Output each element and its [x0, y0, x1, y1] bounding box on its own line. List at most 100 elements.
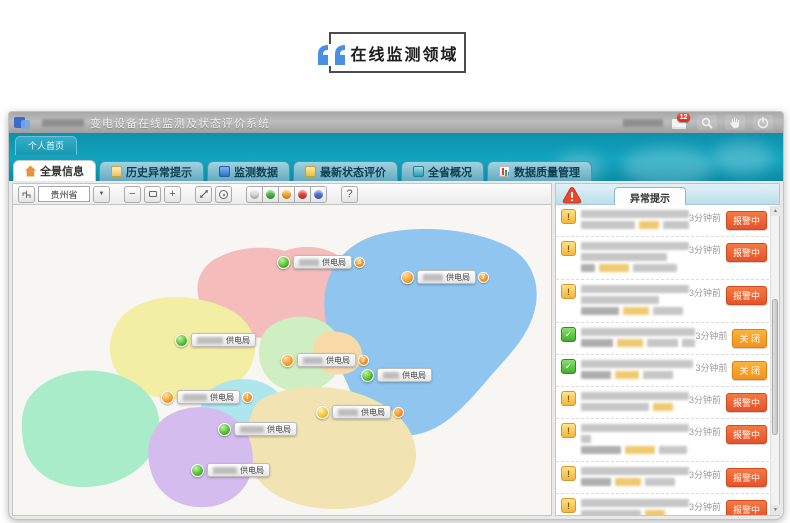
alert-action-button[interactable]: 关 闭: [732, 361, 767, 380]
map-label-bureau-9[interactable]: 供电局: [191, 463, 270, 477]
alarm-count-badge: [393, 407, 404, 418]
map-label-bureau-5[interactable]: 供电局: [361, 368, 432, 382]
region-dropdown-arrow[interactable]: ▼: [93, 186, 110, 203]
alert-action-button[interactable]: 报警中: [726, 286, 767, 305]
monitor-icon: [219, 166, 230, 177]
map-panel: 贵州省 ▼ − + ?: [12, 183, 552, 516]
map-label-bureau-1[interactable]: 供电局 5: [277, 255, 365, 269]
scroll-down-icon[interactable]: ▼: [771, 505, 780, 515]
overview-grid-icon: [413, 166, 424, 177]
alert-time: 3分钟前: [689, 425, 721, 440]
alert-action-button[interactable]: 报警中: [726, 243, 767, 262]
tab-personal-home[interactable]: 个人首页: [15, 136, 77, 155]
alert-time: 3分钟前: [695, 361, 727, 376]
alarm-icon: !: [561, 423, 576, 438]
center-map-icon[interactable]: [215, 186, 232, 203]
page-title-box: 在线监测领域: [329, 32, 466, 73]
evaluation-icon: [305, 166, 316, 177]
alert-action-button[interactable]: 关 闭: [732, 329, 767, 348]
home-icon: [25, 166, 36, 177]
alert-row[interactable]: ! 3分钟前 报警中: [556, 419, 769, 462]
blurred-org-name: [42, 119, 84, 127]
org-tree-icon[interactable]: [18, 186, 35, 203]
map-label-bureau-3[interactable]: 供电局: [175, 333, 256, 347]
status-marker-green-icon: [175, 334, 188, 347]
alert-scrollbar[interactable]: ▲ ▼: [770, 206, 779, 515]
alert-row[interactable]: ! 3分钟前 报警中: [556, 205, 769, 237]
alarm-icon: !: [561, 498, 576, 513]
alert-action-button[interactable]: 报警中: [726, 425, 767, 444]
map-label-bureau-2[interactable]: 供电局 7: [401, 270, 489, 284]
map-label-bureau-6[interactable]: 供电局: [316, 405, 404, 419]
alert-action-button[interactable]: 报警中: [726, 500, 767, 516]
alert-panel-title[interactable]: 异常提示: [614, 187, 686, 207]
status-marker-green-icon: [218, 423, 231, 436]
power-icon[interactable]: [753, 115, 773, 130]
alarm-count-badge: 7: [478, 272, 489, 283]
app-logo-icon: [14, 116, 40, 130]
alert-time: 3分钟前: [689, 286, 721, 301]
tab-province-overview[interactable]: 全省概况: [401, 161, 484, 181]
region-select[interactable]: 贵州省: [38, 186, 90, 202]
scroll-up-icon[interactable]: ▲: [771, 206, 780, 216]
scrollbar-thumb[interactable]: [772, 299, 778, 435]
alarm-warning-badge: !: [242, 392, 253, 403]
bar-chart-icon: [499, 166, 510, 177]
tab-monitoring-data[interactable]: 监测数据: [207, 161, 290, 181]
tab-history-alerts[interactable]: 历史异常提示: [99, 161, 204, 181]
alert-row[interactable]: ! 3分钟前 报警中: [556, 462, 769, 494]
alert-row[interactable]: ! 3分钟前 报警中: [556, 237, 769, 280]
fit-view-icon: [149, 191, 157, 197]
zoom-in-button[interactable]: +: [164, 186, 181, 203]
alert-row[interactable]: ! 3分钟前 报警中: [556, 280, 769, 323]
alert-action-button[interactable]: 报警中: [726, 211, 767, 230]
alert-time: 3分钟前: [689, 243, 721, 258]
alert-time: 3分钟前: [695, 329, 727, 344]
tab-latest-status-eval[interactable]: 最新状态评价: [293, 161, 398, 181]
status-marker-orange-icon: [161, 391, 174, 404]
status-marker-green-icon: [191, 464, 204, 477]
alert-row[interactable]: ! 3分钟前 报警中: [556, 387, 769, 419]
alert-action-button[interactable]: 报警中: [726, 468, 767, 487]
tab-data-quality[interactable]: 数据质量管理: [487, 161, 592, 181]
status-filter-alarm[interactable]: [294, 186, 311, 203]
fullscreen-arrows-icon[interactable]: [195, 186, 212, 203]
alarm-icon: !: [561, 209, 576, 224]
search-icon[interactable]: [697, 115, 717, 130]
resolved-icon: ✓: [561, 359, 576, 374]
map-toolbar: 贵州省 ▼ − + ?: [12, 183, 552, 205]
hand-icon[interactable]: [725, 115, 745, 130]
quote-icon: [315, 44, 349, 66]
tab-panorama-info[interactable]: 全景信息: [13, 160, 96, 181]
page-title: 在线监测领域: [336, 41, 458, 65]
status-filter-offline[interactable]: [310, 186, 327, 203]
status-marker-orange-icon: [401, 271, 414, 284]
help-button[interactable]: ?: [341, 186, 358, 203]
status-filter-all[interactable]: [246, 186, 263, 203]
alert-row[interactable]: ✓ 3分钟前 关 闭: [556, 355, 769, 387]
map-label-bureau-7[interactable]: 供电局 !: [161, 390, 253, 404]
alarm-icon: !: [561, 391, 576, 406]
alert-action-button[interactable]: 报警中: [726, 393, 767, 412]
zoom-reset-button[interactable]: [144, 186, 161, 203]
alert-time: 3分钟前: [689, 500, 721, 515]
blurred-username: [623, 119, 663, 127]
main-tabs: 全景信息 历史异常提示 监测数据 最新状态评价 全省概况 数据质量管理: [13, 160, 592, 181]
zoom-out-button[interactable]: −: [124, 186, 141, 203]
alert-panel: 异常提示 ! 3分钟前 报警中 !: [555, 183, 780, 516]
alert-row[interactable]: ! 3分钟前 报警中: [556, 494, 769, 516]
alert-panel-header: 异常提示: [555, 183, 780, 205]
alarm-icon: !: [561, 284, 576, 299]
map-canvas[interactable]: 供电局 5 供电局 7 供电局 供电局 7: [12, 205, 552, 516]
status-filter-normal[interactable]: [262, 186, 279, 203]
alert-time: 3分钟前: [689, 211, 721, 226]
status-filter-group: [246, 186, 327, 203]
map-label-bureau-8[interactable]: 供电局: [218, 422, 297, 436]
map-label-bureau-4[interactable]: 供电局 7: [281, 353, 369, 367]
alert-row[interactable]: ✓ 3分钟前 关 闭: [556, 323, 769, 355]
alerts-monitor-icon[interactable]: 12: [671, 116, 689, 130]
alert-time: 3分钟前: [689, 468, 721, 483]
status-marker-orange-icon: [281, 354, 294, 367]
nav-band: 个人首页 全景信息 历史异常提示 监测数据 最新状态评价 全省概况: [9, 133, 783, 181]
status-filter-warning[interactable]: [278, 186, 295, 203]
